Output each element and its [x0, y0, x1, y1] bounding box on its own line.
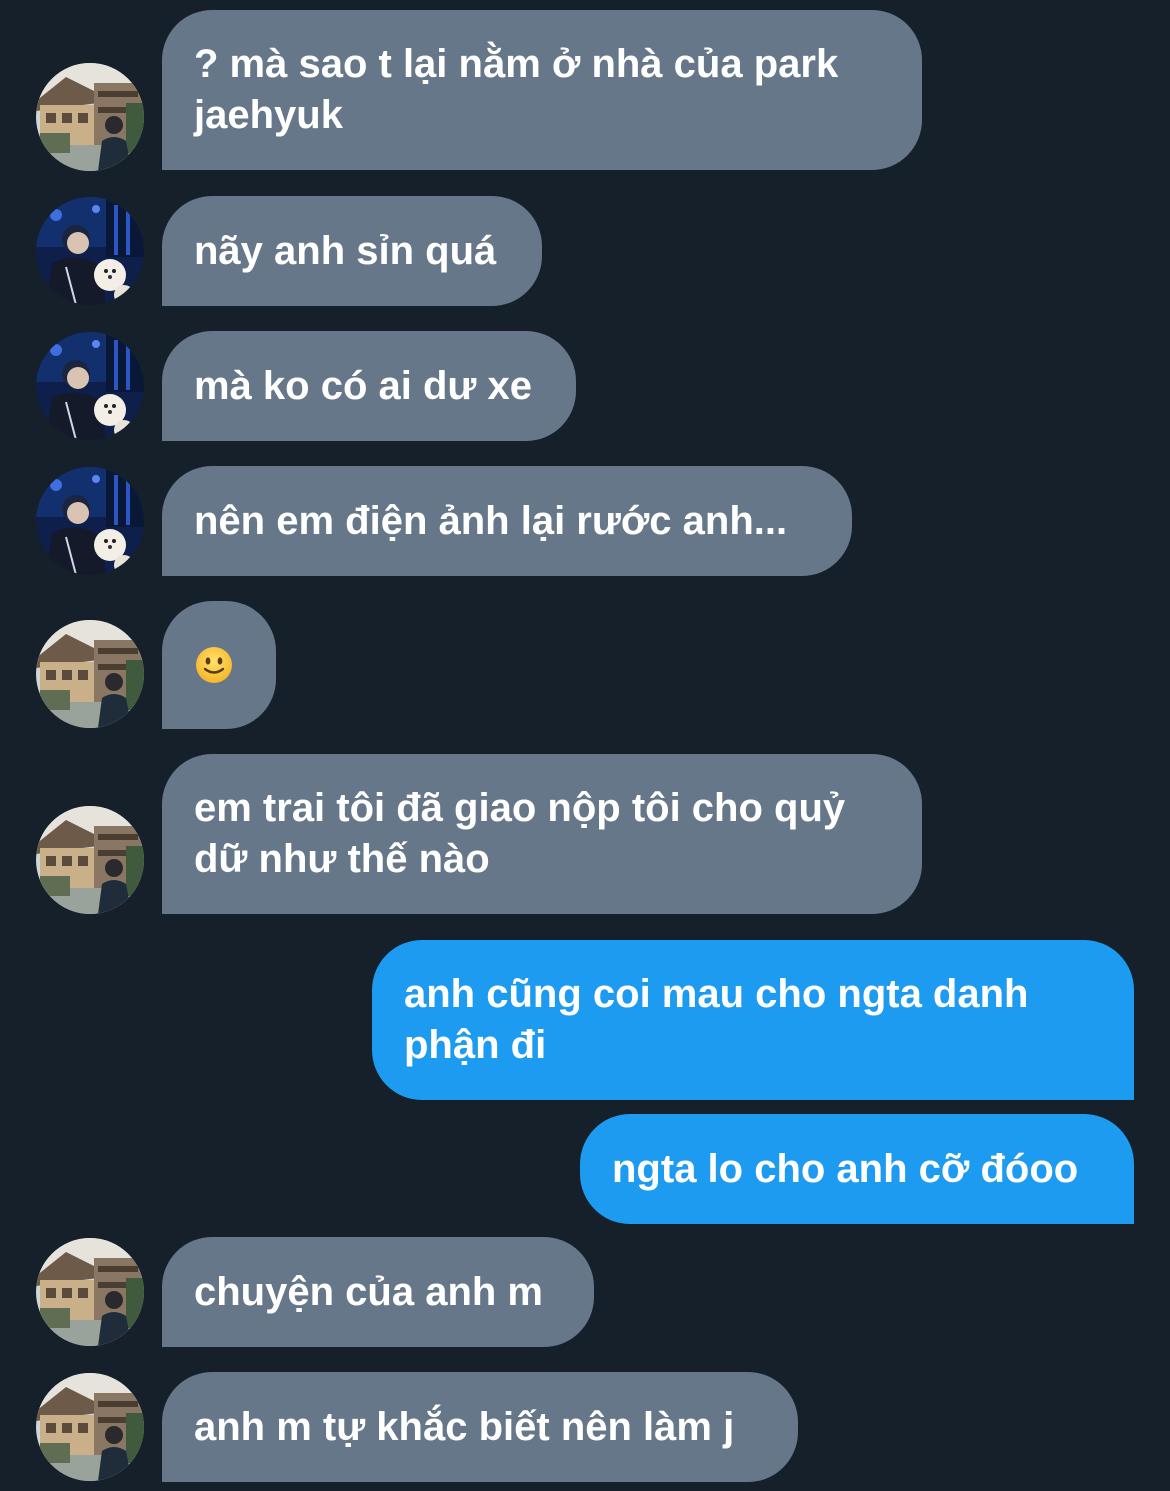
house-avatar[interactable] — [36, 620, 144, 728]
message-text: nên em điện ảnh lại rước anh... — [194, 498, 788, 543]
incoming-message-bubble[interactable]: nãy anh sỉn quá — [162, 196, 542, 306]
incoming-message-bubble[interactable]: ? mà sao t lại nằm ở nhà của park jaehyu… — [162, 10, 922, 170]
outgoing-message-bubble[interactable]: anh cũng coi mau cho ngta danh phận đi — [372, 940, 1134, 1100]
message-text: ? mà sao t lại nằm ở nhà của park jaehyu… — [194, 42, 839, 137]
house-avatar[interactable] — [36, 1373, 144, 1481]
message-text: ngta lo cho anh cỡ đóoo — [612, 1146, 1079, 1191]
slightly-smiling-face-emoji — [194, 645, 234, 685]
incoming-message-bubble[interactable]: anh m tự khắc biết nên làm j — [162, 1372, 798, 1482]
house-avatar[interactable] — [36, 63, 144, 171]
incoming-message-bubble[interactable]: chuyện của anh m — [162, 1237, 594, 1347]
night-avatar[interactable] — [36, 332, 144, 440]
message-text: anh m tự khắc biết nên làm j — [194, 1404, 735, 1449]
incoming-message-bubble[interactable]: nên em điện ảnh lại rước anh... — [162, 466, 852, 576]
message-text: nãy anh sỉn quá — [194, 228, 497, 273]
message-text: anh cũng coi mau cho ngta danh phận đi — [404, 972, 1029, 1067]
house-avatar[interactable] — [36, 806, 144, 914]
message-text: em trai tôi đã giao nộp tôi cho quỷ dữ n… — [194, 786, 846, 881]
message-text: chuyện của anh m — [194, 1269, 543, 1314]
incoming-message-bubble[interactable] — [162, 601, 276, 729]
house-avatar[interactable] — [36, 1238, 144, 1346]
outgoing-message-bubble[interactable]: ngta lo cho anh cỡ đóoo — [580, 1114, 1134, 1224]
incoming-message-bubble[interactable]: em trai tôi đã giao nộp tôi cho quỷ dữ n… — [162, 754, 922, 914]
incoming-message-bubble[interactable]: mà ko có ai dư xe — [162, 331, 576, 441]
message-text: mà ko có ai dư xe — [194, 363, 532, 408]
night-avatar[interactable] — [36, 467, 144, 575]
night-avatar[interactable] — [36, 197, 144, 305]
